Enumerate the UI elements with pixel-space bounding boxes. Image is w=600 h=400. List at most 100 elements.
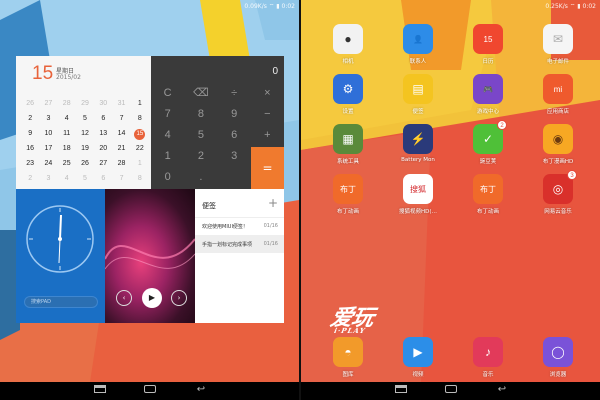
calendar-day-cell[interactable]: 11 bbox=[58, 126, 76, 141]
calendar-day-cell[interactable]: 8 bbox=[131, 171, 149, 186]
calendar-day-cell[interactable]: 6 bbox=[94, 111, 112, 126]
calendar-day-cell[interactable]: 4 bbox=[58, 171, 76, 186]
back-button[interactable]: ↩ bbox=[194, 385, 208, 395]
calendar-day-cell[interactable]: 3 bbox=[39, 171, 57, 186]
calendar-day-cell[interactable]: 20 bbox=[94, 141, 112, 156]
app-app-store[interactable]: mi 应用商店 bbox=[533, 74, 583, 122]
calculator-equals-button[interactable]: = bbox=[251, 147, 284, 189]
home-button[interactable] bbox=[144, 385, 158, 395]
app-video[interactable]: ▶ 视频 bbox=[393, 337, 443, 385]
calculator-key[interactable]: 0 bbox=[151, 167, 184, 188]
app-settings[interactable]: ⚙ 设置 bbox=[323, 74, 373, 122]
calendar-day-cell[interactable]: 13 bbox=[94, 126, 112, 141]
calculator-key[interactable]: 6 bbox=[218, 125, 251, 146]
calculator-key[interactable]: 3 bbox=[218, 146, 251, 167]
app-pudding-anime-2[interactable]: 布丁 布丁动画 bbox=[463, 174, 513, 222]
calendar-day-cell[interactable]: 7 bbox=[112, 111, 130, 126]
calendar-day-cell[interactable]: 29 bbox=[76, 96, 94, 111]
notes-widget[interactable]: 便签 + 欢迎使用MIUI便签！ 01/16 手指一划标记完成事项 01/16 bbox=[195, 189, 284, 323]
music-play-button[interactable]: ▶ bbox=[142, 288, 162, 308]
calendar-day-cell[interactable]: 8 bbox=[131, 111, 149, 126]
app-calendar-app[interactable]: 15 日历 bbox=[463, 24, 513, 72]
calendar-day-cell[interactable]: 5 bbox=[76, 171, 94, 186]
app-system-tools-folder[interactable]: ▦ 系统工具 bbox=[323, 124, 373, 172]
music-next-button[interactable]: › bbox=[171, 290, 187, 306]
calendar-day-cell[interactable]: 26 bbox=[76, 156, 94, 171]
back-button[interactable]: ↩ bbox=[495, 385, 509, 395]
calendar-day-cell[interactable]: 2 bbox=[21, 171, 39, 186]
calculator-key[interactable]: 5 bbox=[184, 125, 217, 146]
calendar-day-cell[interactable]: 17 bbox=[39, 141, 57, 156]
app-sohu-video[interactable]: 搜狐 搜狐视频HD(… bbox=[393, 174, 443, 222]
calendar-day-cell[interactable]: 30 bbox=[94, 96, 112, 111]
calendar-widget[interactable]: 15 星期日 2015/02 26 27 28 29 30 31 1 2 3 4 5 6 7 8 9 10 11… bbox=[16, 56, 151, 189]
calculator-key[interactable]: − bbox=[251, 104, 284, 125]
calendar-day-cell[interactable]: 1 bbox=[131, 96, 149, 111]
calendar-day-cell[interactable]: 9 bbox=[21, 126, 39, 141]
calendar-day-cell[interactable]: 27 bbox=[94, 156, 112, 171]
calendar-day-cell[interactable]: 1 bbox=[131, 156, 149, 171]
app-music[interactable]: ♪ 音乐 bbox=[463, 337, 513, 385]
menu-button[interactable] bbox=[395, 385, 409, 395]
calendar-day-cell[interactable]: 18 bbox=[58, 141, 76, 156]
app-mail[interactable]: ✉ 电子邮件 bbox=[533, 24, 583, 72]
app-wandoujia[interactable]: ✓ 2 豌豆荚 bbox=[463, 120, 513, 172]
calculator-key[interactable]: 1 bbox=[151, 146, 184, 167]
calculator-key[interactable]: × bbox=[251, 83, 284, 104]
home-button[interactable] bbox=[445, 385, 459, 395]
calendar-day-cell[interactable]: 24 bbox=[39, 156, 57, 171]
calendar-day-cell[interactable]: 25 bbox=[58, 156, 76, 171]
calendar-day-cell[interactable]: 28 bbox=[58, 96, 76, 111]
app-camera[interactable]: ● 相机 bbox=[323, 24, 373, 72]
calendar-day-cell[interactable]: 22 bbox=[131, 141, 149, 156]
calendar-day-cell[interactable]: 14 bbox=[112, 126, 130, 141]
calculator-key[interactable]: ⌫ bbox=[184, 83, 217, 104]
notes-add-button[interactable]: + bbox=[268, 196, 278, 210]
calendar-app-icon: 15 bbox=[473, 24, 503, 54]
clock-widget[interactable]: 搜索PAD bbox=[16, 189, 105, 323]
app-notes-app[interactable]: ▤ 便签 bbox=[393, 74, 443, 122]
calendar-day-cell[interactable]: 12 bbox=[76, 126, 94, 141]
app-label: 应用商店 bbox=[546, 109, 569, 115]
calculator-key[interactable]: 7 bbox=[151, 104, 184, 125]
app-label: 图库 bbox=[342, 372, 354, 378]
calculator-key[interactable]: 8 bbox=[184, 104, 217, 125]
calendar-day-cell[interactable]: 5 bbox=[76, 111, 94, 126]
calculator-key[interactable]: C bbox=[151, 83, 184, 104]
app-pudding-anime[interactable]: 布丁 布丁动画 bbox=[323, 174, 373, 222]
calendar-day-cell[interactable]: 7 bbox=[112, 171, 130, 186]
calculator-key[interactable]: 4 bbox=[151, 125, 184, 146]
music-prev-button[interactable]: ‹ bbox=[116, 290, 132, 306]
calendar-day-cell[interactable]: 16 bbox=[21, 141, 39, 156]
calendar-day-cell[interactable]: 10 bbox=[39, 126, 57, 141]
app-glyph: ◉ bbox=[552, 132, 564, 146]
calendar-day-cell[interactable]: 21 bbox=[112, 141, 130, 156]
calendar-day-cell[interactable]: 2 bbox=[21, 111, 39, 126]
menu-button[interactable] bbox=[94, 385, 108, 395]
calendar-day-cell[interactable]: 3 bbox=[39, 111, 57, 126]
note-item[interactable]: 手指一划标记完成事项 01/16 bbox=[195, 235, 284, 253]
app-game-center[interactable]: 🎮 游戏中心 bbox=[463, 74, 513, 122]
calendar-day-cell[interactable]: 26 bbox=[21, 96, 39, 111]
calculator-key[interactable]: . bbox=[184, 167, 217, 188]
calculator-key[interactable]: 9 bbox=[218, 104, 251, 125]
note-item[interactable]: 欢迎使用MIUI便签！ 01/16 bbox=[195, 217, 284, 235]
calendar-day-cell[interactable]: 19 bbox=[76, 141, 94, 156]
pad-search-box[interactable]: 搜索PAD bbox=[24, 296, 98, 308]
app-battery-monitor[interactable]: ⚡ Battery Mon bbox=[393, 124, 443, 172]
calculator-key[interactable]: + bbox=[251, 125, 284, 146]
calendar-day-cell[interactable]: 27 bbox=[39, 96, 57, 111]
calendar-today-cell[interactable]: 15 bbox=[131, 126, 149, 141]
calendar-day-cell[interactable]: 6 bbox=[94, 171, 112, 186]
app-contacts[interactable]: 👤 联系人 bbox=[393, 24, 443, 72]
app-pudding-comics[interactable]: ◉ 布丁漫画HD bbox=[533, 124, 583, 172]
app-browser[interactable]: ◯ 浏览器 bbox=[533, 337, 583, 385]
calendar-day-cell[interactable]: 31 bbox=[112, 96, 130, 111]
calendar-day-cell[interactable]: 28 bbox=[112, 156, 130, 171]
calendar-day-cell[interactable]: 23 bbox=[21, 156, 39, 171]
app-gallery[interactable]: ◓ 图库 bbox=[323, 337, 373, 385]
app-netease-music[interactable]: ◎ 3 网易云音乐 bbox=[533, 170, 583, 222]
calendar-day-cell[interactable]: 4 bbox=[58, 111, 76, 126]
calculator-key[interactable]: 2 bbox=[184, 146, 217, 167]
calculator-key[interactable]: ÷ bbox=[218, 83, 251, 104]
